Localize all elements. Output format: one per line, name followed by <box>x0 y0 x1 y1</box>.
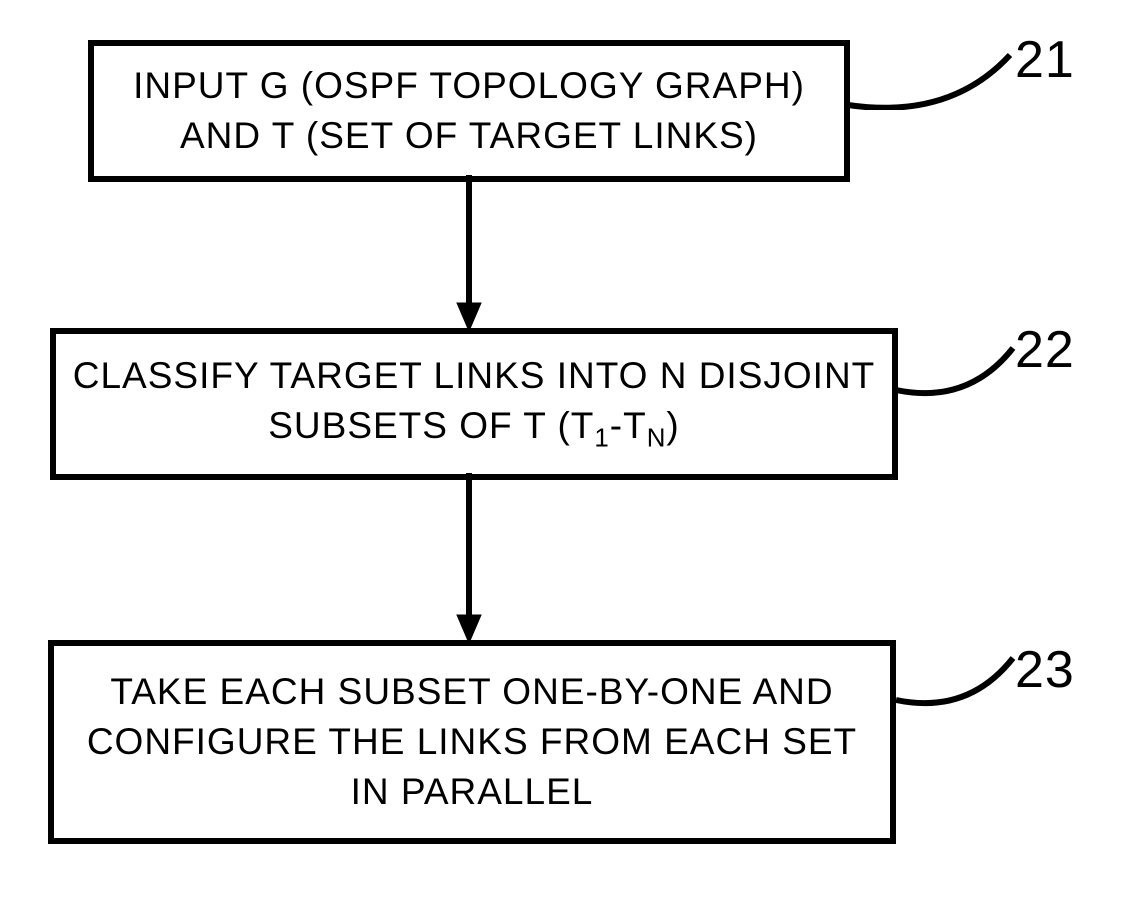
leader-curve-icon <box>840 40 1020 110</box>
box-label-22: 22 <box>1015 320 1075 380</box>
box-text-line: CONFIGURE THE LINKS FROM EACH SET <box>87 717 857 767</box>
box-text-line: SUBSETS OF T (T1-TN) <box>268 401 680 456</box>
flowchart-container: INPUT G (OSPF TOPOLOGY GRAPH) AND T (SET… <box>40 40 1108 867</box>
arrow-down-icon <box>454 175 484 331</box>
flowchart-box-input: INPUT G (OSPF TOPOLOGY GRAPH) AND T (SET… <box>88 40 850 182</box>
leader-curve-icon <box>888 330 1023 400</box>
flowchart-box-classify: CLASSIFY TARGET LINKS INTO N DISJOINT SU… <box>50 328 898 480</box>
box-text-line: TAKE EACH SUBSET ONE-BY-ONE AND <box>110 667 833 717</box>
box-text-line: IN PARALLEL <box>351 767 594 817</box>
box-text-line: CLASSIFY TARGET LINKS INTO N DISJOINT <box>73 351 876 401</box>
box-label-23: 23 <box>1015 640 1075 700</box>
leader-curve-icon <box>888 640 1023 710</box>
flowchart-box-configure: TAKE EACH SUBSET ONE-BY-ONE AND CONFIGUR… <box>48 640 896 844</box>
box-text-line: INPUT G (OSPF TOPOLOGY GRAPH) <box>133 61 805 111</box>
box-label-21: 21 <box>1015 30 1075 90</box>
arrow-down-icon <box>454 473 484 643</box>
box-text-line: AND T (SET OF TARGET LINKS) <box>180 111 758 161</box>
